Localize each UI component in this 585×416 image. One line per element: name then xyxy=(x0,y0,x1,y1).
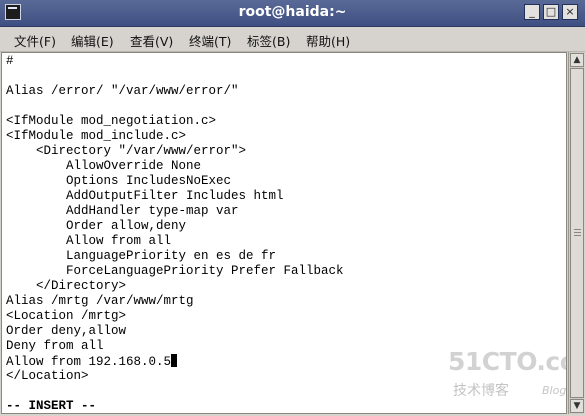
terminal-line: AddOutputFilter Includes html xyxy=(6,189,284,203)
terminal-line: AllowOverride None xyxy=(6,159,202,173)
terminal-line: Allow from all xyxy=(6,234,172,248)
terminal-line: Alias /mrtg /var/www/mrtg xyxy=(6,294,194,308)
menu-tabs[interactable]: 标签(B) xyxy=(247,31,290,50)
menu-edit[interactable]: 编辑(E) xyxy=(71,31,114,50)
scrollbar-thumb[interactable] xyxy=(570,68,584,398)
menu-file[interactable]: 文件(F) xyxy=(14,31,56,50)
close-button[interactable]: × xyxy=(562,4,578,20)
vim-mode-status: -- INSERT -- xyxy=(6,399,97,413)
terminal-line-text: Allow from 192.168.0.5 xyxy=(6,355,172,369)
scrollbar-grip-icon xyxy=(574,235,581,236)
terminal-line: </Location> xyxy=(6,369,89,383)
maximize-button[interactable]: □ xyxy=(543,4,559,20)
menu-help[interactable]: 帮助(H) xyxy=(306,31,350,50)
terminal-line: AddHandler type-map var xyxy=(6,204,239,218)
terminal-line: <Directory "/var/www/error"> xyxy=(6,144,247,158)
terminal-line: # xyxy=(6,54,14,68)
terminal-line: Deny from all xyxy=(6,339,104,353)
terminal-window: root@haida:~ _ □ × 文件(F) 编辑(E) 查看(V) 终端(… xyxy=(0,0,585,416)
watermark-subtitle: 技术博客 xyxy=(453,383,509,399)
scroll-down-arrow-icon[interactable]: ▼ xyxy=(570,399,584,413)
terminal-line-cursor-row: Allow from 192.168.0.5 xyxy=(6,354,178,369)
scrollbar-grip-icon xyxy=(574,232,581,233)
terminal-line: LanguagePriority en es de fr xyxy=(6,249,277,263)
menu-bar: 文件(F) 编辑(E) 查看(V) 终端(T) 标签(B) 帮助(H) xyxy=(0,27,585,52)
scroll-up-arrow-icon[interactable]: ▲ xyxy=(570,53,584,67)
terminal-line: Options IncludesNoExec xyxy=(6,174,232,188)
watermark-blog: Blog xyxy=(542,384,567,397)
terminal-line: ForceLanguagePriority Prefer Fallback xyxy=(6,264,344,278)
menu-terminal[interactable]: 终端(T) xyxy=(189,31,231,50)
terminal-line: <Location /mrtg> xyxy=(6,309,127,323)
minimize-button[interactable]: _ xyxy=(524,4,540,20)
terminal-line: <IfModule mod_include.c> xyxy=(6,129,187,143)
title-bar[interactable]: root@haida:~ _ □ × xyxy=(0,0,585,27)
text-cursor xyxy=(171,354,178,367)
terminal-line: Alias /error/ "/var/www/error/" xyxy=(6,84,239,98)
terminal-line: </Directory> xyxy=(6,279,127,293)
scrollbar-grip-icon xyxy=(574,229,581,230)
menu-view[interactable]: 查看(V) xyxy=(130,31,173,50)
watermark-logo: 51CTO.com xyxy=(448,347,566,376)
terminal-line: Order deny,allow xyxy=(6,324,127,338)
terminal-line: Order allow,deny xyxy=(6,219,187,233)
terminal-line: <IfModule mod_negotiation.c> xyxy=(6,114,217,128)
terminal-text-area[interactable]: # Alias /error/ "/var/www/error/" <IfMod… xyxy=(1,52,567,414)
window-title: root@haida:~ xyxy=(238,4,347,20)
vertical-scrollbar[interactable]: ▲ ▼ xyxy=(568,52,584,414)
